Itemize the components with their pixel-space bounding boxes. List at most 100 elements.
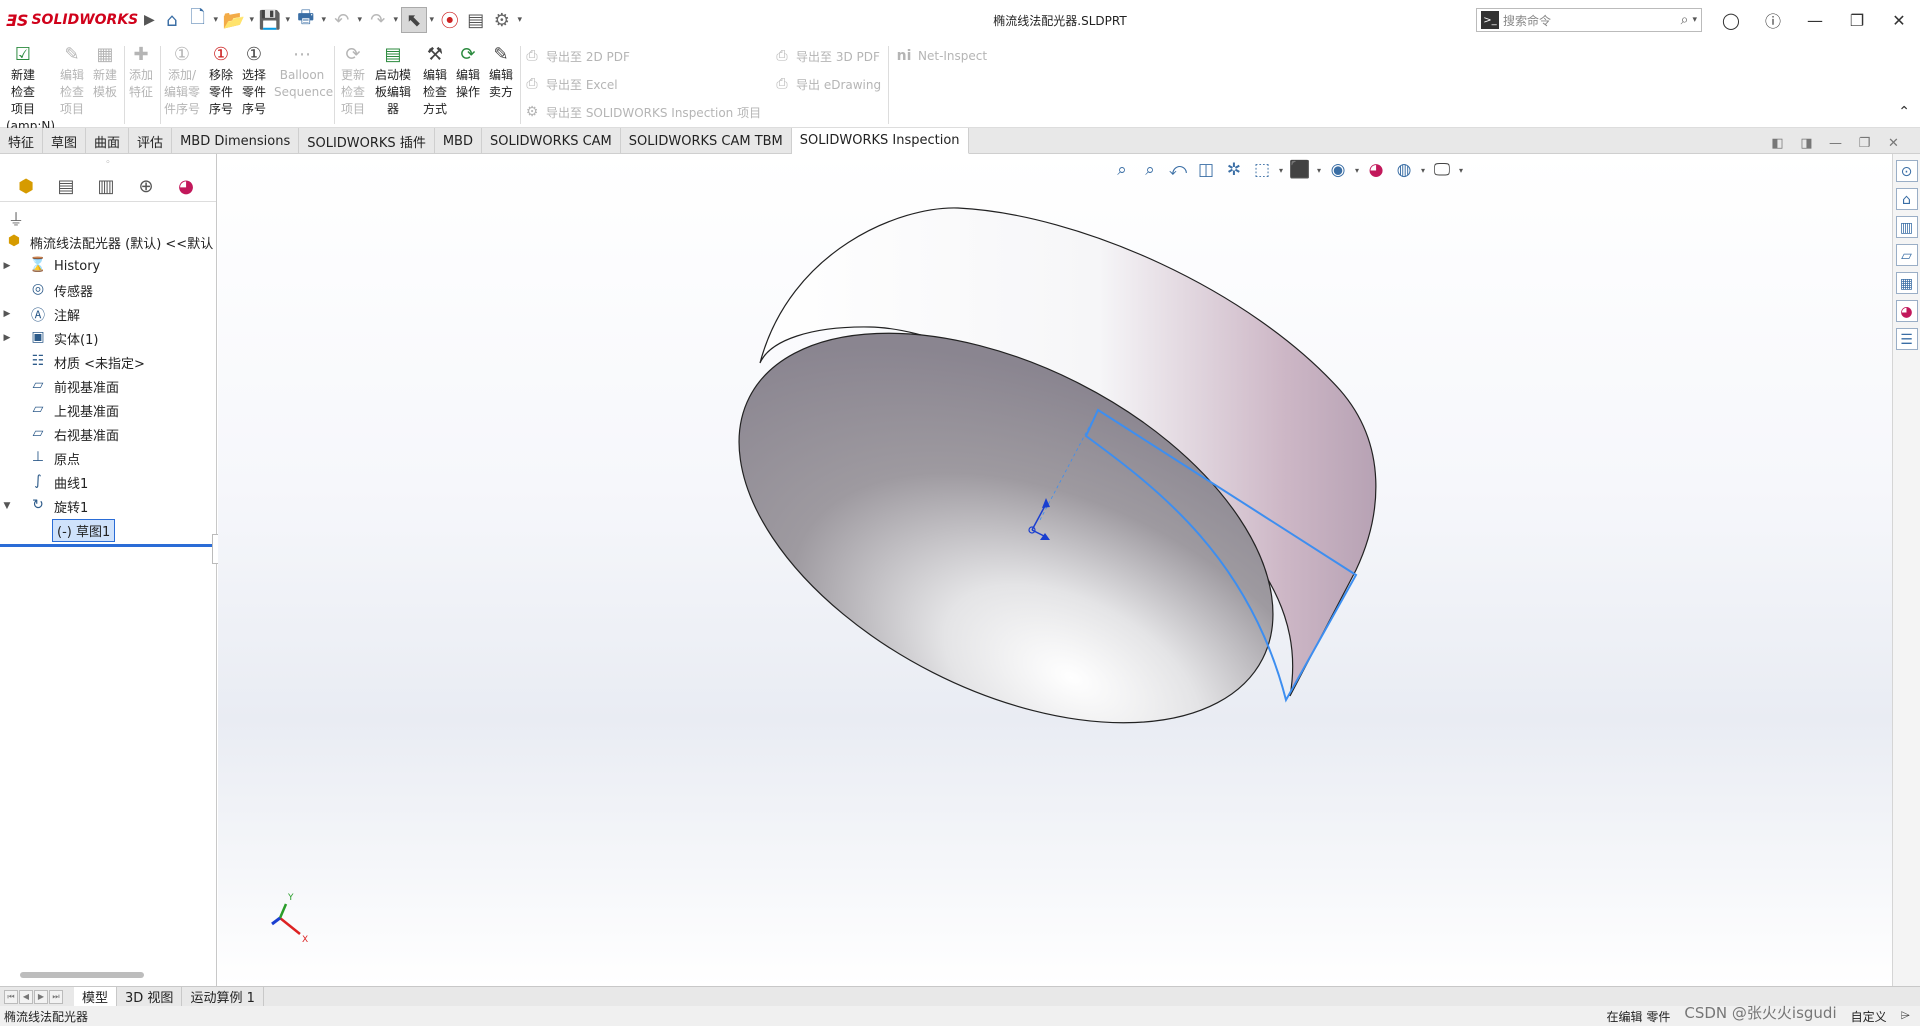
export-2d-pdf-button[interactable]: ⎙ 导出至 2D PDF xyxy=(522,45,630,67)
configuration-manager-tab-icon[interactable]: ▥ xyxy=(86,176,126,197)
edit-inspection-project-button[interactable]: ✎ 编辑检查项目 xyxy=(55,44,89,118)
collapse-arrow-icon[interactable]: ▼ xyxy=(0,501,14,511)
open-dropdown-icon[interactable]: ▾ xyxy=(247,15,257,25)
tab-model[interactable]: 模型 xyxy=(74,986,118,1007)
print-icon[interactable]: 🖶 xyxy=(293,7,319,33)
new-template-button[interactable]: ▦ 新建模板 xyxy=(88,44,122,101)
feature-manager-tab-icon[interactable]: ⬢ xyxy=(6,176,46,197)
update-inspection-project-button[interactable]: ⟳ 更新检查项目 xyxy=(336,44,370,118)
tag-icon[interactable]: ⌲ xyxy=(1901,1008,1910,1025)
search-input[interactable]: 搜索命令 xyxy=(1503,12,1681,29)
tree-item-front-plane[interactable]: ▱ 前视基准面 xyxy=(0,374,216,398)
add-edit-balloon-button[interactable]: ① 添加/编辑零件序号 xyxy=(162,44,202,118)
tile-left-icon[interactable]: ◧ xyxy=(1763,136,1792,151)
custom-properties-icon[interactable]: ☰ xyxy=(1895,328,1918,350)
part-model-view[interactable] xyxy=(218,154,1920,986)
graphics-area[interactable]: ⌕ ⌕ ⤺ ◫ ✲ ⬚ ▾ ⬛ ▾ ◉ ▾ ◕ ◍ ▾ 🖵 ▾ Y X ⊙ ⌂ … xyxy=(218,154,1920,986)
solidworks-logo[interactable]: ƎS SOLIDWORKS xyxy=(0,11,140,30)
tab-surfaces[interactable]: 曲面 xyxy=(86,128,130,154)
edit-vendor-button[interactable]: ✎ 编辑卖方 xyxy=(484,44,518,101)
tree-item-history[interactable]: ▶ ⌛ History xyxy=(0,254,216,278)
tab-3d-view[interactable]: 3D 视图 xyxy=(117,986,183,1007)
redo-icon[interactable]: ↷ xyxy=(365,7,391,33)
tab-solidworks-cam[interactable]: SOLIDWORKS CAM xyxy=(482,128,621,154)
tree-item-material[interactable]: ☷ 材质 <未指定> xyxy=(0,350,216,374)
redo-dropdown-icon[interactable]: ▾ xyxy=(391,15,401,25)
file-properties-icon[interactable]: ▤ xyxy=(463,7,489,33)
file-explorer-icon[interactable]: ▥ xyxy=(1895,216,1918,238)
select-dropdown-icon[interactable]: ▾ xyxy=(427,15,437,25)
tree-item-revolve1[interactable]: ▼ ↻ 旋转1 xyxy=(0,494,216,518)
last-tab-icon[interactable]: ⏭ xyxy=(49,989,63,1004)
export-3d-pdf-button[interactable]: ⎙ 导出至 3D PDF xyxy=(772,45,880,67)
tab-features[interactable]: 特征 xyxy=(0,128,44,154)
panel-horizontal-scrollbar[interactable] xyxy=(20,972,144,978)
tab-solidworks-addins[interactable]: SOLIDWORKS 插件 xyxy=(299,128,435,154)
save-icon[interactable]: 💾 xyxy=(257,7,283,33)
tree-item-curve1[interactable]: ∫ 曲线1 xyxy=(0,470,216,494)
net-inspect-button[interactable]: ni Net-Inspect xyxy=(894,45,987,67)
remove-balloon-button[interactable]: ① 移除零件序号 xyxy=(204,44,238,118)
filter-icon[interactable]: ⏚ xyxy=(0,202,216,230)
help-icon[interactable]: ⓘ xyxy=(1752,8,1794,32)
account-icon[interactable]: ◯ xyxy=(1710,11,1752,30)
print-dropdown-icon[interactable]: ▾ xyxy=(319,15,329,25)
dimxpert-tab-icon[interactable]: ⊕ xyxy=(126,176,166,197)
tab-mbd-dimensions[interactable]: MBD Dimensions xyxy=(172,128,300,154)
tile-right-icon[interactable]: ◨ xyxy=(1792,136,1821,151)
appearances-scenes-icon[interactable]: ▦ xyxy=(1895,272,1918,294)
edit-operation-button[interactable]: ⟳ 编辑操作 xyxy=(451,44,485,101)
export-edrawing-button[interactable]: ⎙ 导出 eDrawing xyxy=(772,73,881,95)
options-gear-icon[interactable]: ⚙ xyxy=(489,7,515,33)
menu-expand-icon[interactable]: ▶ xyxy=(144,12,155,28)
balloon-sequence-button[interactable]: ⋯ Balloon Sequence xyxy=(274,44,333,101)
tab-sketch[interactable]: 草图 xyxy=(43,128,87,154)
tree-root-part[interactable]: ⬢ 椭流线法配光器 (默认) <<默认 xyxy=(0,230,216,254)
design-library-icon[interactable]: ⌂ xyxy=(1895,188,1918,210)
launch-template-editor-button[interactable]: ▤ 启动模板编辑器 xyxy=(372,44,414,118)
doc-minimize-icon[interactable]: — xyxy=(1821,136,1850,151)
tab-solidworks-cam-tbm[interactable]: SOLIDWORKS CAM TBM xyxy=(621,128,792,154)
export-inspection-project-button[interactable]: ⚙ 导出至 SOLIDWORKS Inspection 项目 xyxy=(522,101,761,123)
tree-item-sensors[interactable]: ◎ 传感器 xyxy=(0,278,216,302)
expand-arrow-icon[interactable]: ▶ xyxy=(0,261,14,271)
solidworks-resources-icon[interactable]: ⊙ xyxy=(1895,160,1918,182)
restore-button[interactable]: ❐ xyxy=(1836,11,1878,30)
export-excel-button[interactable]: ⎙ 导出至 Excel xyxy=(522,73,617,95)
view-palette-icon[interactable]: ▱ xyxy=(1895,244,1918,266)
tree-item-top-plane[interactable]: ▱ 上视基准面 xyxy=(0,398,216,422)
display-manager-tab-icon[interactable]: ◕ xyxy=(166,176,206,197)
status-custom-units[interactable]: 自定义 xyxy=(1851,1008,1887,1025)
rebuild-traffic-light-icon[interactable]: ⦿ xyxy=(437,7,463,33)
search-icon[interactable]: ⌕ xyxy=(1681,12,1689,28)
new-inspection-project-button[interactable]: ☑ 新建检查项目(amp;N) xyxy=(6,44,55,135)
new-dropdown-icon[interactable]: ▾ xyxy=(211,15,221,25)
first-tab-icon[interactable]: ⏮ xyxy=(4,989,18,1004)
edit-inspection-method-button[interactable]: ⚒ 编辑检查方式 xyxy=(418,44,452,118)
new-document-icon[interactable]: 🗋 xyxy=(185,7,211,33)
add-feature-button[interactable]: ✚ 添加特征 xyxy=(124,44,158,101)
tab-evaluate[interactable]: 评估 xyxy=(129,128,173,154)
tree-item-origin[interactable]: ⊥ 原点 xyxy=(0,446,216,470)
tree-item-annotations[interactable]: ▶ Ⓐ 注解 xyxy=(0,302,216,326)
expand-arrow-icon[interactable]: ▶ xyxy=(0,309,14,319)
prev-tab-icon[interactable]: ◀ xyxy=(19,989,33,1004)
tree-item-solid-bodies[interactable]: ▶ ▣ 实体(1) xyxy=(0,326,216,350)
close-button[interactable]: ✕ xyxy=(1878,11,1920,30)
command-search-box[interactable]: >_ 搜索命令 ⌕ ▾ xyxy=(1476,8,1702,32)
undo-icon[interactable]: ↶ xyxy=(329,7,355,33)
next-tab-icon[interactable]: ▶ xyxy=(34,989,48,1004)
tab-motion-study-1[interactable]: 运动算例 1 xyxy=(182,986,264,1007)
search-dropdown-icon[interactable]: ▾ xyxy=(1692,15,1697,25)
tab-solidworks-inspection[interactable]: SOLIDWORKS Inspection xyxy=(791,128,969,154)
tree-item-right-plane[interactable]: ▱ 右视基准面 xyxy=(0,422,216,446)
appearance-sphere-icon[interactable]: ◕ xyxy=(1895,300,1918,322)
save-dropdown-icon[interactable]: ▾ xyxy=(283,15,293,25)
open-folder-icon[interactable]: 📂 xyxy=(221,7,247,33)
rollback-bar[interactable] xyxy=(0,544,216,547)
doc-restore-icon[interactable]: ❐ xyxy=(1850,136,1879,151)
options-dropdown-icon[interactable]: ▾ xyxy=(515,15,525,25)
select-balloon-button[interactable]: ① 选择零件序号 xyxy=(237,44,271,118)
undo-dropdown-icon[interactable]: ▾ xyxy=(355,15,365,25)
property-manager-tab-icon[interactable]: ▤ xyxy=(46,176,86,197)
